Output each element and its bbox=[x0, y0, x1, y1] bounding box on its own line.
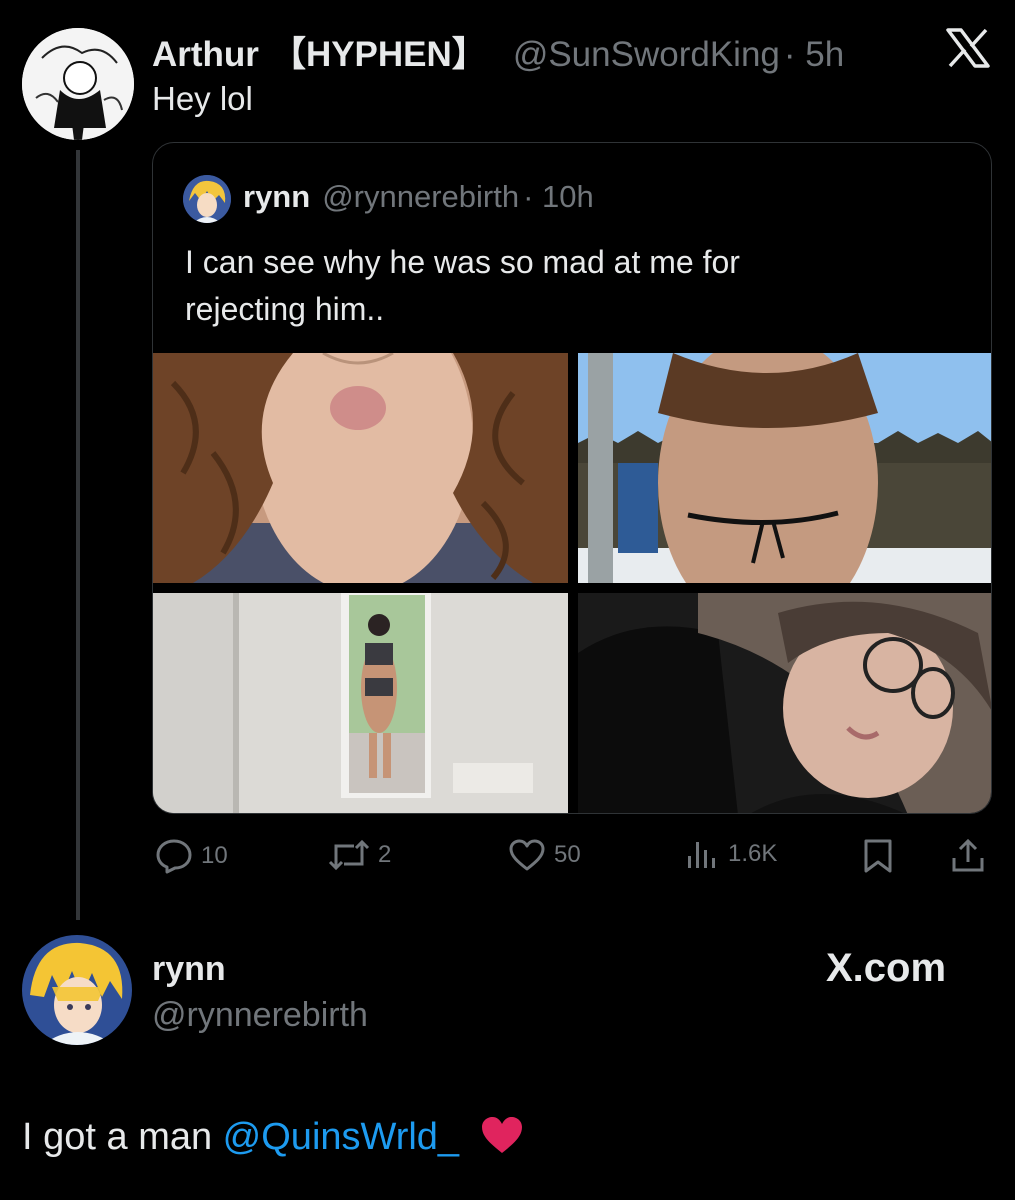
repost-action[interactable]: 2 bbox=[328, 838, 391, 872]
quoted-tweet-header: rynn @rynnerebirth · 10h bbox=[243, 179, 594, 215]
media-photo-2[interactable] bbox=[578, 353, 991, 583]
reply-mention-link[interactable]: @QuinsWrld_ bbox=[223, 1116, 459, 1158]
tweet-text: Hey lol bbox=[152, 80, 253, 117]
x-logo-icon[interactable] bbox=[946, 28, 990, 68]
tweet-author-badge: 【HYPHEN】 bbox=[270, 35, 487, 74]
tweet-author-handle[interactable]: @SunSwordKing bbox=[513, 35, 780, 75]
reply-icon bbox=[155, 838, 193, 874]
thread-connector-line bbox=[76, 150, 80, 920]
views-action[interactable]: 1.6K bbox=[684, 838, 777, 870]
reply-count: 10 bbox=[201, 842, 228, 869]
like-icon bbox=[508, 838, 546, 872]
quoted-tweet-time[interactable]: · 10h bbox=[523, 179, 594, 215]
reply-author-handle[interactable]: @rynnerebirth bbox=[152, 996, 368, 1035]
reply-author-avatar[interactable] bbox=[22, 935, 132, 1045]
quoted-author-handle[interactable]: @rynnerebirth bbox=[322, 179, 519, 215]
reply-action[interactable]: 10 bbox=[155, 838, 228, 874]
media-photo-3[interactable] bbox=[153, 593, 568, 813]
site-brand-label: X.com bbox=[826, 946, 947, 990]
reply-text-body: I got a man bbox=[22, 1116, 223, 1158]
views-count: 1.6K bbox=[728, 840, 778, 867]
tweet-header: Arthur 【HYPHEN】 @SunSwordKing · 5h bbox=[152, 26, 844, 74]
tweet-author-name[interactable]: Arthur bbox=[152, 35, 259, 75]
bookmark-icon[interactable] bbox=[862, 838, 894, 874]
reply-author-name[interactable]: rynn bbox=[152, 950, 226, 989]
quoted-tweet-text-line2: rejecting him.. bbox=[185, 291, 385, 327]
like-count: 50 bbox=[554, 841, 581, 868]
heart-emoji bbox=[480, 1115, 524, 1165]
quoted-author-avatar[interactable] bbox=[183, 175, 231, 223]
repost-icon bbox=[328, 838, 370, 872]
quoted-media-grid bbox=[153, 353, 991, 813]
media-photo-1[interactable] bbox=[153, 353, 568, 583]
quoted-tweet-text-line1: I can see why he was so mad at me for bbox=[185, 244, 740, 280]
tweet-time[interactable]: · 5h bbox=[784, 35, 844, 75]
repost-count: 2 bbox=[378, 841, 392, 868]
quoted-tweet-text: I can see why he was so mad at me for re… bbox=[185, 239, 740, 333]
media-photo-4[interactable] bbox=[578, 593, 991, 813]
reply-text: I got a man @QuinsWrld_ bbox=[22, 1115, 524, 1165]
share-icon[interactable] bbox=[950, 838, 986, 874]
quoted-tweet-card[interactable]: rynn @rynnerebirth · 10h I can see why h… bbox=[152, 142, 992, 814]
tweet-author-avatar[interactable] bbox=[22, 28, 134, 140]
views-icon bbox=[684, 838, 720, 870]
quoted-author-name[interactable]: rynn bbox=[243, 179, 310, 215]
site-brand: X.com bbox=[826, 946, 946, 991]
like-action[interactable]: 50 bbox=[508, 838, 581, 872]
